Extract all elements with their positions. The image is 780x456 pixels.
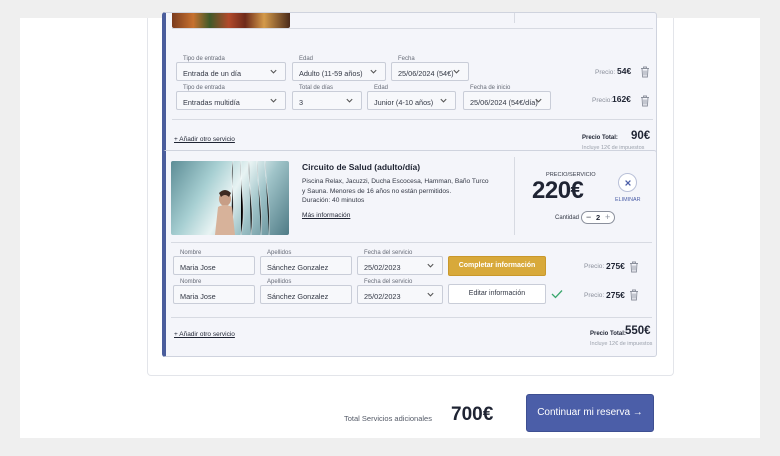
service-title: Circuito de Salud (adulto/día) <box>302 162 421 172</box>
ticket-type-select[interactable]: Tipo de entrada Entrada de un día <box>176 56 286 81</box>
field-label: Edad <box>299 56 314 62</box>
price-value: 275€ <box>606 261 625 271</box>
additional-services-total: 700€ <box>451 404 494 425</box>
field-label: Fecha de inicio <box>470 85 511 91</box>
spa-photo <box>215 161 270 235</box>
service-description: Piscina Relax, Jacuzzi, Ducha Escocesa, … <box>302 178 489 195</box>
price-value: 162€ <box>612 94 631 104</box>
price-value: 54€ <box>617 66 632 76</box>
trash-icon[interactable] <box>629 289 639 301</box>
first-name-field[interactable]: Nombre Maria Jose <box>173 279 255 304</box>
trash-icon[interactable] <box>629 261 639 273</box>
chevron-down-icon <box>270 98 277 103</box>
services-panel: Tipo de entrada Entrada de un día Edad A… <box>147 12 674 376</box>
first-name-field[interactable]: Nombre Maria Jose <box>173 250 255 275</box>
field-label: Nombre <box>180 250 202 256</box>
last-name-field[interactable]: Apellidos Sánchez Gonzalez <box>260 279 352 304</box>
chevron-down-icon <box>535 98 542 103</box>
card-divider-vertical <box>514 157 515 235</box>
field-label: Tipo de entrada <box>183 85 225 91</box>
price-per-service: 220€ <box>532 177 584 204</box>
plus-icon[interactable]: + <box>605 212 610 223</box>
total-label: Precio Total: <box>590 331 626 337</box>
total-value: 550€ <box>625 325 651 337</box>
price-label: Precio: <box>584 292 605 299</box>
tax-note: Incluye 12€ de impuestos <box>590 341 653 347</box>
field-value: 25/02/2023 <box>364 263 401 272</box>
age-select[interactable]: Edad Junior (4-10 años) <box>367 85 456 110</box>
remove-label[interactable]: ELIMINAR <box>615 197 640 203</box>
field-value: Maria Jose <box>180 292 216 301</box>
field-value: Entradas multidía <box>183 98 240 107</box>
chevron-down-icon <box>270 69 277 74</box>
field-label: Nombre <box>180 279 202 285</box>
close-icon <box>625 180 631 186</box>
remove-service-button[interactable] <box>618 173 637 192</box>
complete-info-button[interactable]: Completar información <box>448 256 546 276</box>
edit-info-button[interactable]: Editar información <box>448 284 546 304</box>
chevron-down-icon <box>453 69 460 74</box>
field-value: Maria Jose <box>180 263 216 272</box>
page: Tipo de entrada Entrada de un día Edad A… <box>20 12 760 438</box>
field-label: Fecha del servicio <box>364 250 413 256</box>
add-service-link[interactable]: + Añadir otro servicio <box>174 331 235 338</box>
chevron-down-icon <box>370 69 377 74</box>
field-value: Adulto (11-59 años) <box>299 69 363 78</box>
start-date-select[interactable]: Fecha de inicio 25/06/2024 (54€/día) <box>463 85 551 110</box>
more-info-link[interactable]: Más información <box>302 212 350 219</box>
quantity-stepper[interactable]: − 2 + <box>581 211 615 224</box>
add-service-link[interactable]: + Añadir otro servicio <box>174 136 235 143</box>
service-card-tickets: Tipo de entrada Entrada de un día Edad A… <box>162 12 657 158</box>
card-divider <box>171 317 652 318</box>
field-value: 3 <box>299 98 304 107</box>
field-value: 25/06/2024 (54€) <box>398 69 454 78</box>
card-divider <box>171 242 652 243</box>
service-card-spa: Circuito de Salud (adulto/día) Piscina R… <box>162 150 657 357</box>
continue-booking-button[interactable]: Continuar mi reserva → <box>526 394 654 432</box>
field-label: Fecha del servicio <box>364 279 413 285</box>
price-label: Precio: <box>584 263 605 270</box>
price-label: Precio: <box>592 97 613 104</box>
field-label: Fecha <box>398 56 415 62</box>
chevron-down-icon <box>440 98 447 103</box>
service-date-select[interactable]: Fecha del servicio 25/02/2023 <box>357 250 443 275</box>
field-value: 25/06/2024 (54€/día) <box>470 98 538 107</box>
service-image <box>171 161 289 235</box>
check-icon <box>551 290 563 299</box>
field-label: Apellidos <box>267 250 292 256</box>
ticket-type-select[interactable]: Tipo de entrada Entradas multidía <box>176 85 286 110</box>
quantity-value: 2 <box>596 213 601 222</box>
trash-icon[interactable] <box>640 95 650 107</box>
price-value: 275€ <box>606 290 625 300</box>
chevron-down-icon <box>346 98 353 103</box>
service-image <box>172 13 290 28</box>
total-value: 90€ <box>631 130 651 142</box>
date-select[interactable]: Fecha 25/06/2024 (54€) <box>391 56 469 81</box>
field-label: Apellidos <box>267 279 292 285</box>
field-value: Junior (4-10 años) <box>374 98 434 107</box>
field-value: Entrada de un día <box>183 69 242 78</box>
last-name-field[interactable]: Apellidos Sánchez Gonzalez <box>260 250 352 275</box>
field-value: 25/02/2023 <box>364 292 401 301</box>
field-label: Total de días <box>299 85 334 91</box>
card-divider <box>172 28 653 29</box>
field-value: Sánchez Gonzalez <box>267 263 329 272</box>
chevron-down-icon <box>427 292 434 297</box>
days-select[interactable]: Total de días 3 <box>292 85 362 110</box>
field-label: Tipo de entrada <box>183 56 225 62</box>
field-label: Edad <box>374 85 389 91</box>
service-date-select[interactable]: Fecha del servicio 25/02/2023 <box>357 279 443 304</box>
card-divider-vertical <box>514 13 515 23</box>
quantity-label: Cantidad <box>555 215 580 221</box>
total-label: Precio Total: <box>582 135 618 141</box>
service-duration: Duración: 40 minutos <box>302 197 365 204</box>
age-select[interactable]: Edad Adulto (11-59 años) <box>292 56 386 81</box>
field-value: Sánchez Gonzalez <box>267 292 329 301</box>
trash-icon[interactable] <box>640 66 650 78</box>
minus-icon[interactable]: − <box>586 212 591 223</box>
price-label: Precio: <box>595 69 616 76</box>
card-divider <box>172 119 653 120</box>
chevron-down-icon <box>427 263 434 268</box>
additional-services-total-label: Total Servicios adicionales <box>344 414 432 423</box>
